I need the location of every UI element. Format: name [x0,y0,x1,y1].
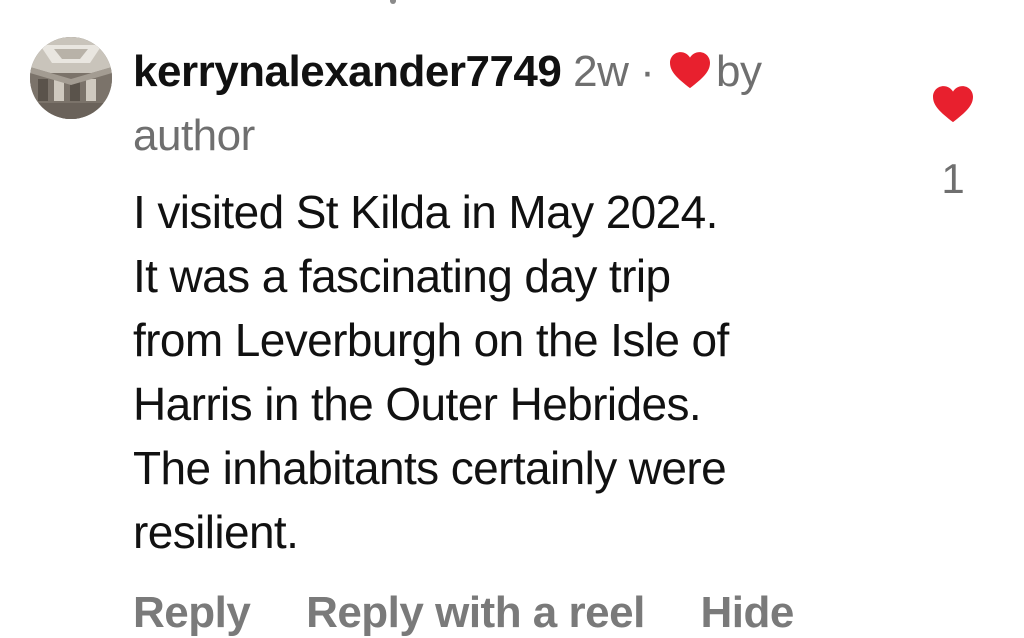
like-column: 1 [924,84,982,203]
reply-button[interactable]: Reply [133,588,251,637]
comment-line: The inhabitants certainly were [133,442,727,494]
comment-line: resilient. [133,506,299,558]
username-link[interactable]: kerrynalexander7749 [133,47,562,96]
liked-by-label: by [715,47,762,96]
comment-header: kerrynalexander7749 2w · by author [133,42,873,166]
author-label: author [133,111,255,160]
comment-actions: Reply Reply with a reel Hide [133,588,838,638]
comment-line: It was a fascinating day trip [133,250,671,302]
comment-line: Harris in the Outer Hebrides. [133,378,702,430]
comment: kerrynalexander7749 2w · by author I vis… [133,42,873,564]
comment-line: I visited St Kilda in May 2024. [133,186,718,238]
comment-line: from Leverburgh on the Isle of [133,314,729,366]
comment-body: I visited St Kilda in May 2024. It was a… [133,180,873,564]
meta-separator: · [640,47,655,96]
avatar[interactable] [30,37,112,119]
scroll-fragment [390,0,396,4]
hide-button[interactable]: Hide [701,588,795,637]
reply-with-reel-button[interactable]: Reply with a reel [306,588,645,637]
comment-age: 2w [573,47,629,96]
heart-icon [668,46,712,106]
like-count: 1 [941,155,965,202]
heart-icon[interactable] [924,84,982,129]
